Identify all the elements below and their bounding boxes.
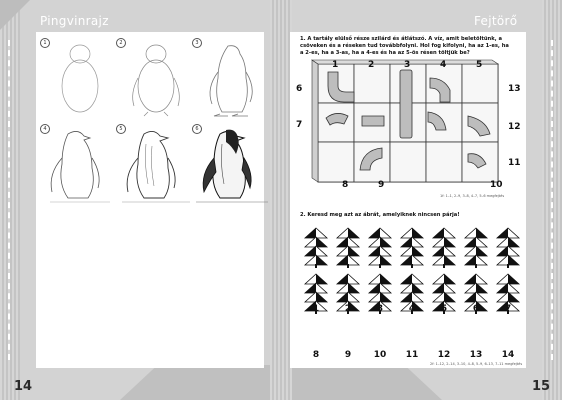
penguin-step-2-drawing xyxy=(132,44,180,117)
task2-instructions: 2. Keresd meg azt az ábrát, amelyiknek n… xyxy=(300,212,460,218)
task1-instructions: 1. A tartály elülső része szilárd és átl… xyxy=(300,36,509,56)
tree-figure xyxy=(431,227,457,268)
tree-label: 14 xyxy=(501,350,515,360)
penguin-step-3-drawing xyxy=(209,45,253,117)
right-page-title: Fejtörő xyxy=(474,14,518,28)
tree-figure xyxy=(399,227,425,268)
tank-top-label: 2 xyxy=(368,60,375,70)
water-tank-puzzle xyxy=(311,59,499,183)
task1-answer-reference: 1f: 1–1, 2–9, 3–8, 4–7, 5–6 megfejtés xyxy=(440,194,505,198)
left-margin-stripes xyxy=(0,0,20,400)
tree-figure xyxy=(495,227,521,268)
step-4: 4 xyxy=(40,124,120,204)
tank-top-label: 5 xyxy=(476,60,483,70)
tree-label: 2 xyxy=(344,304,352,314)
step-5: 5 xyxy=(116,124,196,204)
tree-figure xyxy=(367,227,393,268)
step-3: 3 xyxy=(192,38,272,118)
spine-stripes xyxy=(270,0,292,400)
tree-label: 7 xyxy=(504,304,512,314)
step-badge: 1 xyxy=(40,38,50,48)
tank-right-label: 11 xyxy=(508,158,521,168)
penguin-step-4-drawing xyxy=(50,131,110,203)
left-sheet: 1 2 3 4 5 6 xyxy=(36,32,268,368)
tree-label: 6 xyxy=(472,304,480,314)
tank-bottom-label: 8 xyxy=(342,180,349,190)
step-2: 2 xyxy=(116,38,196,118)
tank-right-label: 12 xyxy=(508,122,521,132)
right-sheet: 1. A tartály elülső része szilárd és átl… xyxy=(290,32,526,368)
penguin-step-5-drawing xyxy=(122,131,190,203)
task2-answer-reference: 2f: 1–12, 2–14, 3–10, 4–8, 5–9, 6–13, 7–… xyxy=(430,362,523,366)
tank-right-label: 13 xyxy=(508,84,521,94)
tree-label: 4 xyxy=(408,304,416,314)
tank-left-label: 6 xyxy=(296,84,303,94)
left-page-number: 14 xyxy=(14,379,33,394)
tank-top-label: 4 xyxy=(440,60,447,70)
step-badge: 6 xyxy=(192,124,202,134)
right-dashed-guide xyxy=(551,40,553,360)
penguin-step-1-drawing xyxy=(61,44,99,113)
tree-label: 12 xyxy=(437,350,451,360)
left-page-title: Pingvinrajz xyxy=(40,14,109,28)
tank-bottom-label: 10 xyxy=(490,180,503,190)
step-6: 6 xyxy=(192,124,272,204)
tree-label: 3 xyxy=(376,304,384,314)
tank-bottom-label: 9 xyxy=(378,180,385,190)
step-badge: 3 xyxy=(192,38,202,48)
tree-label: 13 xyxy=(469,350,483,360)
tank-top-label: 3 xyxy=(404,60,411,70)
step-badge: 4 xyxy=(40,124,50,134)
tree-label: 8 xyxy=(312,350,320,360)
step-1: 1 xyxy=(40,38,120,118)
left-dashed-guide xyxy=(8,40,10,360)
tree-label: 5 xyxy=(440,304,448,314)
tree-label: 1 xyxy=(312,304,320,314)
right-page-number: 15 xyxy=(532,379,551,394)
step-badge: 2 xyxy=(116,38,126,48)
tank-top-label: 1 xyxy=(332,60,339,70)
tree-label: 11 xyxy=(405,350,419,360)
tree-figure xyxy=(463,227,489,268)
penguin-step-6-drawing xyxy=(196,129,268,203)
tree-figure xyxy=(335,227,361,268)
step-badge: 5 xyxy=(116,124,126,134)
tank-left-label: 7 xyxy=(296,120,303,130)
tree-figure xyxy=(303,227,329,268)
tree-label: 10 xyxy=(373,350,387,360)
tree-label: 9 xyxy=(344,350,352,360)
